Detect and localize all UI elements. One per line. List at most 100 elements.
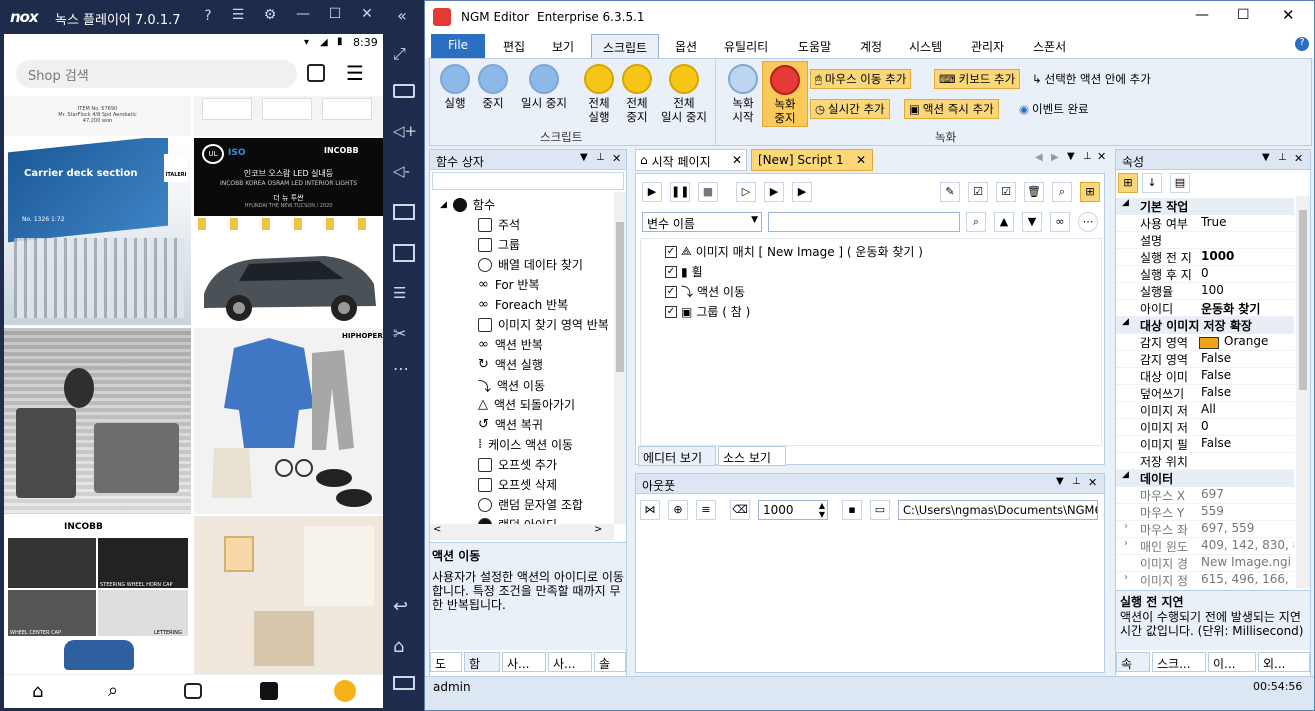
scroll-left-icon[interactable]: < xyxy=(433,524,441,535)
product-tile-aircraft[interactable]: ITEM No. 57690 Mr. StarFlock 4/8 Spd Aer… xyxy=(4,96,191,136)
fullscreen-icon[interactable]: ⤢ xyxy=(393,44,415,66)
product-tile-room[interactable] xyxy=(194,516,383,674)
close-icon[interactable]: ✕ xyxy=(856,153,866,167)
step-over-icon[interactable]: ▶ xyxy=(792,182,812,202)
event-done-button[interactable]: ◉ 이벤트 완료 xyxy=(1015,99,1093,119)
pin-icon[interactable]: ⊥ xyxy=(1278,152,1287,163)
tree-item[interactable]: ↺ 액션 복귀 xyxy=(478,416,543,433)
new-file-icon[interactable]: ⊕ xyxy=(668,500,688,520)
prop-row[interactable]: 대상 이미 False xyxy=(1116,368,1294,385)
menu-script-tab[interactable]: 스크립트 xyxy=(591,34,659,58)
gear-icon[interactable]: ⚙ xyxy=(260,7,280,23)
scroll-right-icon[interactable]: > xyxy=(594,524,602,535)
section-basic[interactable]: ◢ 기본 작업 xyxy=(1116,198,1294,215)
add-keyboard-button[interactable]: ⌨ 키보드 추가 xyxy=(934,69,1021,89)
checkbox[interactable]: ✓ xyxy=(665,265,677,278)
menu-system[interactable]: 시스템 xyxy=(909,38,942,55)
add-in-selected-button[interactable]: ↳ 선택한 액션 안에 추가 xyxy=(1028,69,1155,89)
file-menu-button[interactable]: File xyxy=(431,34,485,58)
volume-up-icon[interactable]: ◁+ xyxy=(393,122,417,144)
output-count-input[interactable]: 1000 ▲ ▼ xyxy=(758,500,828,520)
screen-icon[interactable] xyxy=(393,204,415,220)
shop-bag-icon[interactable] xyxy=(260,682,278,700)
help-icon[interactable]: ? xyxy=(1295,37,1309,51)
product-tile-incobb-led[interactable]: UL ISO INCOBB 인코브 오스람 LED 실내등 INCOBB KOR… xyxy=(194,138,383,216)
product-tile-carrier-deck[interactable]: Carrier deck section No. 1326 1:72 ITALE… xyxy=(4,138,191,325)
property-scrollbar[interactable] xyxy=(1296,196,1310,588)
product-tile-labels[interactable] xyxy=(194,96,383,136)
menu-view[interactable]: 보기 xyxy=(552,38,574,55)
tree-item[interactable]: ∞ For 반복 xyxy=(478,276,540,293)
tab-source-view[interactable]: 소스 보기 xyxy=(718,446,786,466)
tree-item[interactable]: ⤵ 액션 이동 xyxy=(478,376,545,395)
close-icon[interactable]: ✕ xyxy=(1097,150,1106,163)
menu-edit[interactable]: 편집 xyxy=(503,38,525,55)
tab-tool[interactable]: 도 xyxy=(430,652,462,672)
property-pages-icon[interactable]: ▤ xyxy=(1170,173,1190,193)
expand-icon[interactable]: › xyxy=(1124,521,1128,532)
tab-solution[interactable]: 솔 xyxy=(594,652,626,672)
dropdown-icon[interactable]: ▼ xyxy=(1262,152,1270,163)
tree-item[interactable]: △ 액션 되돌아가기 xyxy=(478,396,575,413)
product-tile-interior[interactable] xyxy=(4,328,191,514)
tree-item[interactable]: 랜덤 아이디 xyxy=(478,516,557,524)
step-into-icon[interactable]: ▶ xyxy=(764,182,784,202)
add-mouse-move-button[interactable]: 🖱 마우스 이동 추가 xyxy=(810,69,912,89)
spinner-icon[interactable]: ▲ ▼ xyxy=(819,501,825,519)
tab-user[interactable]: 사... xyxy=(502,652,546,672)
categorized-icon[interactable]: ⊞ xyxy=(1118,173,1138,193)
menu-icon[interactable]: ☰ xyxy=(346,63,364,83)
action-row[interactable]: ✓ ⟁ 이미지 매치 [ New Image ] ( 운동화 찾기 ) xyxy=(665,243,923,260)
variable-name-select[interactable]: 변수 이름 ▼ xyxy=(642,212,762,232)
maximize-icon[interactable]: ☐ xyxy=(325,6,345,22)
record-stop-button[interactable]: 녹화 중지 xyxy=(762,61,808,127)
prop-row[interactable]: 마우스 X 697 xyxy=(1116,487,1294,504)
stack-icon[interactable]: ☰ xyxy=(393,284,415,306)
apk-icon[interactable] xyxy=(393,244,415,262)
action-row[interactable]: ✓ ▮ 휠 xyxy=(665,263,703,280)
pause-icon[interactable]: ❚❚ xyxy=(670,182,690,202)
tab-external[interactable]: 외... xyxy=(1258,652,1310,672)
tree-root[interactable]: ◢ 함수 xyxy=(440,196,495,213)
checkbox[interactable]: ✓ xyxy=(665,305,677,318)
add-realtime-button[interactable]: ◷ 실시간 추가 xyxy=(810,99,890,119)
menu-help[interactable]: 도움말 xyxy=(798,38,831,55)
expand-icon[interactable]: › xyxy=(1124,572,1128,583)
action-row[interactable]: ✓ ⤵ 액션 이동 xyxy=(665,283,745,300)
checkbox[interactable]: ✓ xyxy=(665,285,677,298)
tab-function[interactable]: 함 xyxy=(464,652,500,672)
tab-script-1[interactable]: [New] Script 1 ✕ xyxy=(751,149,873,171)
pin-icon[interactable]: ⊥ xyxy=(1072,476,1081,487)
volume-down-icon[interactable]: ◁- xyxy=(393,162,415,184)
search-icon[interactable]: ⌕ xyxy=(966,212,986,232)
tab-start-page[interactable]: ⌂ 시작 페이지 ✕ xyxy=(635,149,747,171)
pin-icon[interactable]: ⊥ xyxy=(1083,151,1092,162)
back-icon[interactable]: ↩ xyxy=(393,596,415,618)
minimize-icon[interactable]: — xyxy=(293,6,313,22)
tab-list-icon[interactable]: ▼ xyxy=(1067,151,1075,162)
search-icon[interactable]: ⌕ xyxy=(1052,182,1072,202)
tree-item[interactable]: 그룹 xyxy=(478,236,520,253)
tab-script[interactable]: 스크... xyxy=(1152,652,1206,672)
help-icon[interactable]: ? xyxy=(198,8,218,24)
prop-row[interactable]: 이미지 필 False xyxy=(1116,436,1294,453)
prop-row[interactable]: 아이디 운동화 찾기 xyxy=(1116,300,1294,317)
prop-row[interactable]: 이미지 저 All xyxy=(1116,402,1294,419)
close-icon[interactable]: ✕ xyxy=(612,152,621,165)
pause-all-button[interactable]: 전체 일시 중지 xyxy=(656,61,712,124)
profile-avatar[interactable] xyxy=(334,680,356,702)
prop-row[interactable]: 감지 영역 Orange xyxy=(1116,334,1294,351)
home-icon[interactable]: ⌂ xyxy=(393,636,415,658)
check-all-icon[interactable]: ☑ xyxy=(968,182,988,202)
variable-value-input[interactable] xyxy=(768,212,960,232)
prop-row[interactable]: 사용 여부 True xyxy=(1116,215,1294,232)
delete-icon[interactable]: 🗑 xyxy=(1024,182,1044,202)
move-down-icon[interactable]: ▼ xyxy=(1022,212,1042,232)
vertical-scrollbar[interactable] xyxy=(614,192,626,524)
close-icon[interactable]: ✕ xyxy=(732,153,742,167)
shop-search-input[interactable]: Shop 검색 xyxy=(16,60,297,88)
pin-icon[interactable]: ⊥ xyxy=(596,152,605,163)
eraser-icon[interactable]: ⌫ xyxy=(730,500,750,520)
home-icon[interactable]: ⌂ xyxy=(32,681,43,702)
dropdown-icon[interactable]: ▼ xyxy=(1056,476,1064,487)
